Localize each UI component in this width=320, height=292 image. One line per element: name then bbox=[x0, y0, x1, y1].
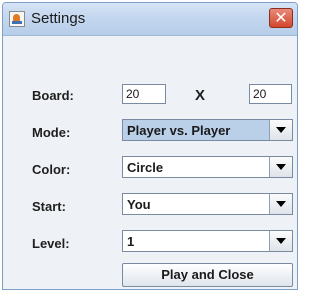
chevron-down-icon bbox=[276, 201, 286, 207]
chevron-down-icon bbox=[276, 238, 286, 244]
start-combo[interactable]: You bbox=[122, 193, 293, 215]
mode-label: Mode: bbox=[32, 125, 71, 140]
settings-dialog: Settings ✕ Board: 20 X 20 Mode: Player v… bbox=[2, 2, 298, 290]
color-label: Color: bbox=[32, 162, 71, 177]
mode-dropdown-button[interactable] bbox=[269, 120, 292, 140]
board-width-field[interactable]: 20 bbox=[122, 84, 166, 104]
play-and-close-button[interactable]: Play and Close bbox=[122, 263, 293, 287]
mode-combo[interactable]: Player vs. Player bbox=[122, 119, 293, 141]
close-icon: ✕ bbox=[274, 8, 288, 27]
close-button[interactable]: ✕ bbox=[269, 8, 293, 28]
title-bar[interactable]: Settings ✕ bbox=[3, 3, 297, 36]
chevron-down-icon bbox=[276, 164, 286, 170]
board-size-separator: X bbox=[195, 87, 206, 104]
chevron-down-icon bbox=[276, 127, 286, 133]
java-cup-icon bbox=[9, 11, 25, 27]
level-value: 1 bbox=[127, 234, 135, 249]
color-value: Circle bbox=[127, 160, 164, 175]
color-combo[interactable]: Circle bbox=[122, 156, 293, 178]
start-value: You bbox=[127, 197, 151, 212]
start-label: Start: bbox=[32, 199, 66, 214]
board-label: Board: bbox=[32, 88, 74, 103]
color-dropdown-button[interactable] bbox=[269, 157, 292, 177]
level-combo[interactable]: 1 bbox=[122, 230, 293, 252]
level-dropdown-button[interactable] bbox=[269, 231, 292, 251]
board-width-value: 20 bbox=[126, 87, 140, 101]
mode-value: Player vs. Player bbox=[127, 123, 231, 138]
window-title: Settings bbox=[31, 10, 86, 27]
board-height-field[interactable]: 20 bbox=[249, 84, 292, 104]
start-dropdown-button[interactable] bbox=[269, 194, 292, 214]
board-height-value: 20 bbox=[253, 87, 267, 101]
level-label: Level: bbox=[32, 236, 70, 251]
